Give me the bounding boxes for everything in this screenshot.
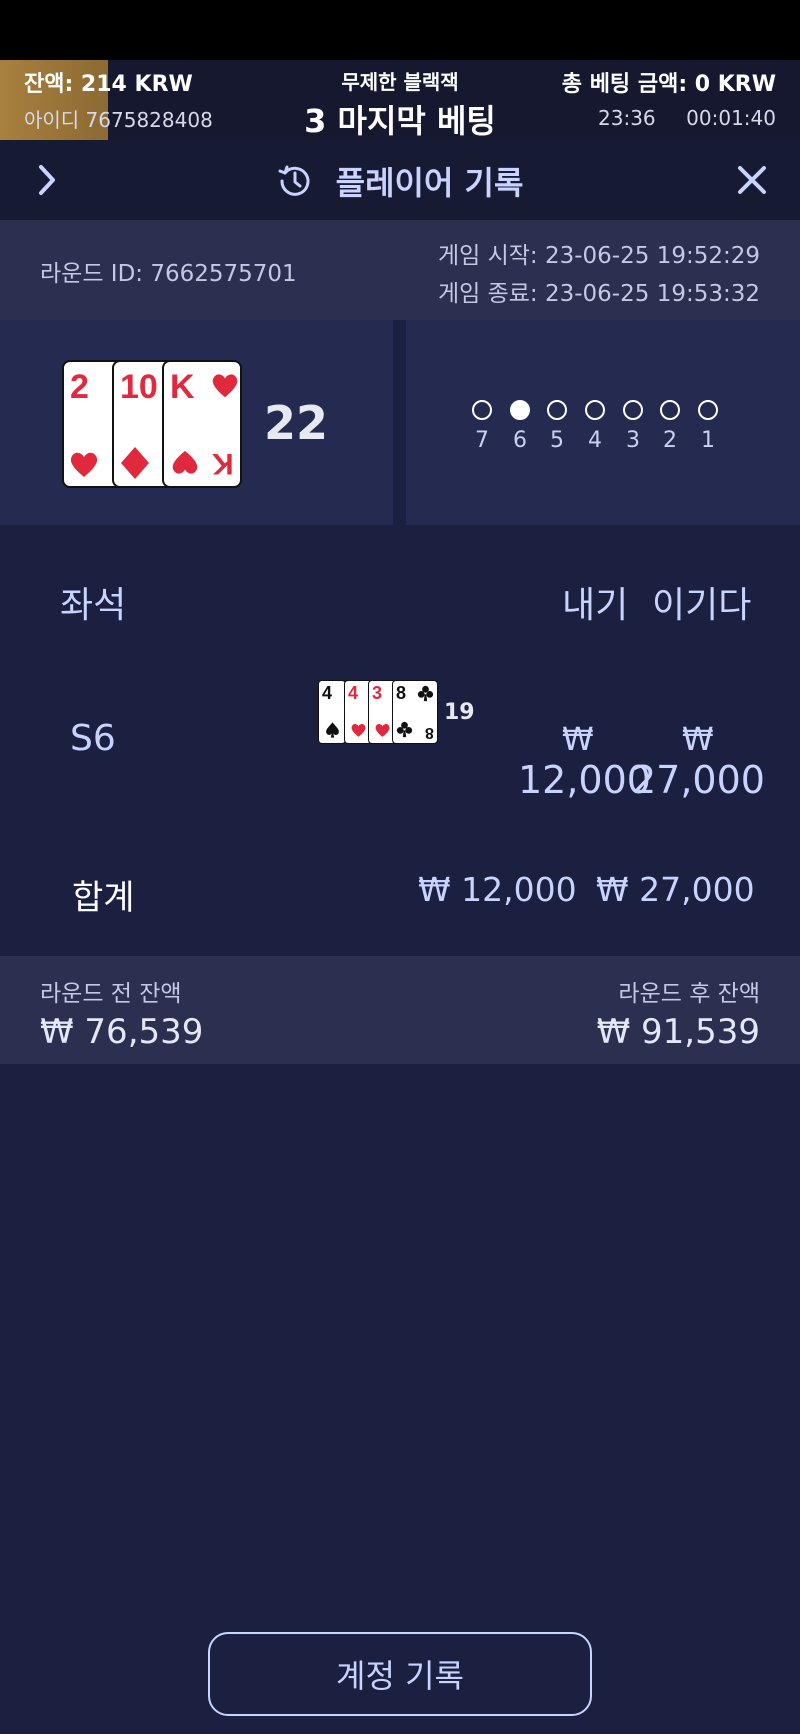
totals-label: 합계 bbox=[72, 878, 135, 918]
total-bet-text: 총 베팅 금액: 0 KRW bbox=[561, 72, 776, 97]
seat-dot bbox=[698, 400, 718, 420]
balance-before-label: 라운드 전 잔액 bbox=[40, 981, 182, 1007]
history-header: 플레이어 기록 bbox=[0, 140, 800, 220]
club-icon bbox=[396, 721, 413, 738]
dealer-card: K K bbox=[162, 360, 242, 488]
card-rank: 10 bbox=[120, 368, 158, 406]
round-balances: 라운드 전 잔액 ₩ 76,539 라운드 후 잔액 ₩ 91,539 bbox=[0, 956, 800, 1064]
history-icon bbox=[277, 163, 313, 199]
seat-dot bbox=[472, 400, 492, 420]
game-top-bar: 잔액: 214 KRW 아이디 7675828408 무제한 블랙잭 3 마지막… bbox=[0, 60, 800, 140]
account-history-button[interactable]: 계정 기록 bbox=[208, 1632, 592, 1716]
heart-icon bbox=[351, 724, 366, 737]
game-phase: 3 마지막 베팅 bbox=[304, 102, 496, 140]
card-rank: K bbox=[170, 368, 195, 406]
balance-after-label: 라운드 후 잔액 bbox=[618, 981, 760, 1007]
card-rank: 4 bbox=[322, 683, 333, 703]
seat-number: 5 bbox=[550, 428, 564, 453]
close-icon[interactable] bbox=[732, 160, 772, 200]
card-rank: 2 bbox=[70, 368, 89, 406]
seat-dot-active bbox=[510, 400, 530, 420]
clock-text: 23:36 bbox=[598, 106, 656, 130]
win-currency-symbol: ₩ bbox=[682, 720, 714, 758]
page-title: 플레이어 기록 bbox=[335, 164, 524, 202]
total-bet-amount: ₩ 12,000 bbox=[418, 870, 577, 909]
card-rank-inverted: 8 bbox=[425, 724, 434, 741]
seat-win-amount: 27,000 bbox=[632, 758, 765, 802]
game-end-time: 게임 종료: 23-06-25 19:53:32 bbox=[437, 281, 760, 307]
seat-number: 3 bbox=[626, 428, 640, 453]
seat-score: 19 bbox=[444, 700, 475, 725]
column-header-win: 이기다 bbox=[652, 585, 752, 626]
card-rank: 3 bbox=[372, 683, 383, 703]
seat-number: 6 bbox=[513, 428, 527, 453]
dealer-score: 22 bbox=[264, 396, 329, 450]
heart-icon bbox=[212, 374, 238, 398]
card-rank: 4 bbox=[348, 683, 359, 703]
card-rank: 8 bbox=[396, 683, 407, 703]
diamond-icon bbox=[121, 447, 149, 479]
seat-card: 8 8 bbox=[392, 680, 438, 744]
seat-indicator-panel: 7 6 5 4 3 2 1 bbox=[406, 320, 800, 525]
club-icon bbox=[417, 685, 434, 702]
column-header-bet: 내기 bbox=[562, 585, 629, 626]
seat-card: 4 bbox=[318, 680, 346, 744]
seat-number: 4 bbox=[588, 428, 602, 453]
dealer-hand-panel: 2 10 K K 22 bbox=[0, 320, 393, 525]
seat-dot bbox=[623, 400, 643, 420]
bet-currency-symbol: ₩ bbox=[562, 720, 594, 758]
seat-id: S6 bbox=[70, 718, 116, 759]
seat-dot bbox=[660, 400, 680, 420]
column-header-seat: 좌석 bbox=[60, 585, 127, 626]
round-info: 라운드 ID: 7662575701 게임 시작: 23-06-25 19:52… bbox=[0, 220, 800, 320]
header-title-group: 플레이어 기록 bbox=[0, 158, 800, 204]
balance-after-value: ₩ 91,539 bbox=[596, 1012, 760, 1052]
seat-number: 2 bbox=[663, 428, 677, 453]
card-rank-inverted: K bbox=[212, 447, 234, 480]
total-win-amount: ₩ 27,000 bbox=[596, 870, 755, 909]
spade-icon bbox=[326, 722, 339, 738]
balance-before-value: ₩ 76,539 bbox=[40, 1012, 204, 1052]
heart-icon bbox=[172, 450, 198, 474]
seat-dot bbox=[585, 400, 605, 420]
heart-icon bbox=[70, 452, 98, 477]
seat-number: 1 bbox=[701, 428, 715, 453]
heart-icon bbox=[375, 724, 390, 737]
seat-dot bbox=[547, 400, 567, 420]
game-start-time: 게임 시작: 23-06-25 19:52:29 bbox=[437, 243, 760, 269]
round-id: 라운드 ID: 7662575701 bbox=[40, 261, 297, 287]
session-timer: 00:01:40 bbox=[686, 106, 776, 130]
seat-number: 7 bbox=[475, 428, 489, 453]
device-status-bar bbox=[0, 0, 800, 60]
